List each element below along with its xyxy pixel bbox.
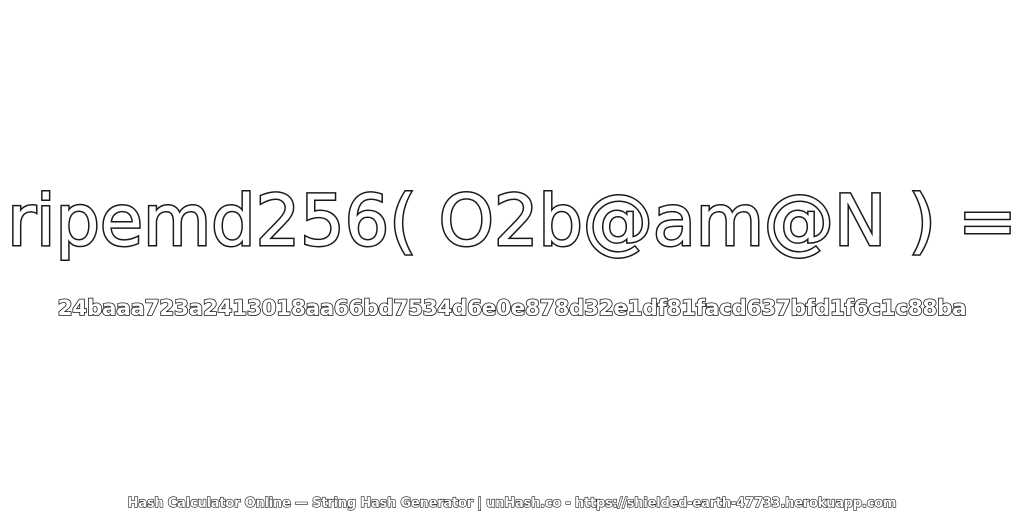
hash-expression-title: ripemd256( O2b@am@N ) = <box>6 179 1019 264</box>
site-footer-credit: Hash Calculator Online — String Hash Gen… <box>127 495 897 511</box>
hash-result-image: ripemd256( O2b@am@N ) = 24baaa723a241301… <box>0 0 1024 512</box>
hash-output-value: 24baaa723a2413018aa66bd7534d6e0e878d32e1… <box>57 295 968 322</box>
